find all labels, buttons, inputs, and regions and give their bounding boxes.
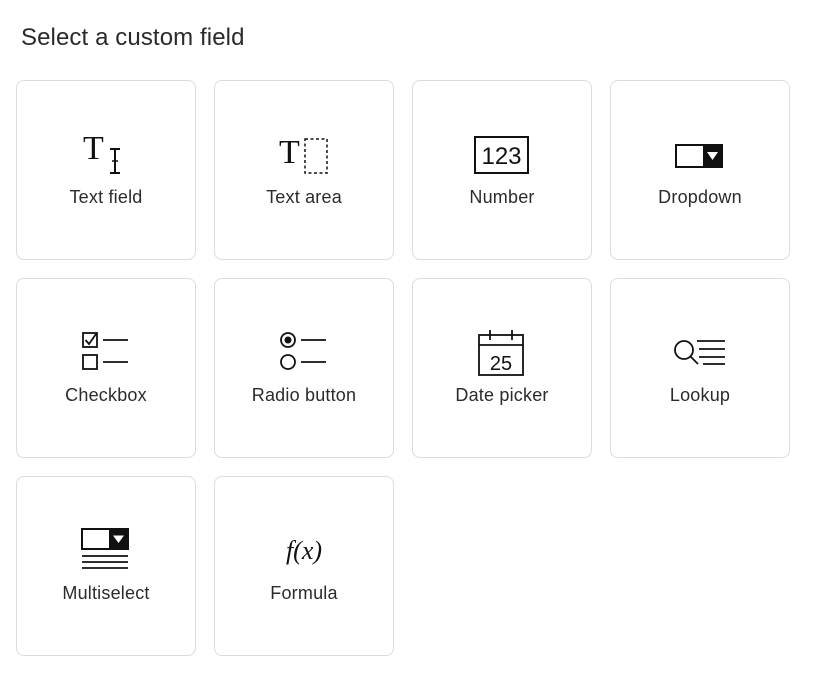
formula-label: Formula (270, 583, 338, 603)
dropdown-icon (611, 133, 789, 177)
checkbox-icon (17, 331, 195, 375)
text-field-option[interactable]: T Text field (16, 80, 196, 260)
number-option[interactable]: 123 Number (412, 80, 592, 260)
lookup-label: Lookup (669, 385, 731, 405)
checkbox-label: Checkbox (65, 385, 147, 405)
dropdown-option[interactable]: Dropdown (610, 80, 790, 260)
multiselect-label: Multiselect (62, 583, 150, 603)
date-picker-label: Date picker (455, 385, 549, 405)
page-title: Select a custom field (21, 24, 245, 51)
formula-icon: f(x) (215, 529, 393, 573)
custom-field-grid: T Text field T Text area 123 Number Drop… (16, 80, 790, 656)
multiselect-option[interactable]: Multiselect (16, 476, 196, 656)
text-field-icon: T (17, 133, 195, 177)
lookup-icon (611, 331, 789, 375)
number-icon-text: 123 (481, 143, 521, 170)
radio-button-label: Radio button (251, 385, 357, 405)
multiselect-icon (17, 528, 195, 573)
svg-text:T: T (279, 134, 300, 171)
number-label: Number (469, 187, 535, 207)
radio-button-icon (215, 331, 393, 375)
date-picker-icon: 25 (413, 330, 591, 376)
text-area-option[interactable]: T Text area (214, 80, 394, 260)
text-area-label: Text area (266, 187, 342, 207)
formula-icon-text: f(x) (286, 536, 322, 565)
date-picker-option[interactable]: 25 Date picker (412, 278, 592, 458)
svg-text:T: T (83, 133, 104, 167)
date-picker-icon-text: 25 (490, 353, 512, 375)
number-icon: 123 (413, 133, 591, 177)
text-area-icon: T (215, 133, 393, 177)
radio-button-option[interactable]: Radio button (214, 278, 394, 458)
checkbox-option[interactable]: Checkbox (16, 278, 196, 458)
lookup-option[interactable]: Lookup (610, 278, 790, 458)
dropdown-label: Dropdown (658, 187, 742, 207)
text-field-label: Text field (69, 187, 143, 207)
formula-option[interactable]: f(x) Formula (214, 476, 394, 656)
